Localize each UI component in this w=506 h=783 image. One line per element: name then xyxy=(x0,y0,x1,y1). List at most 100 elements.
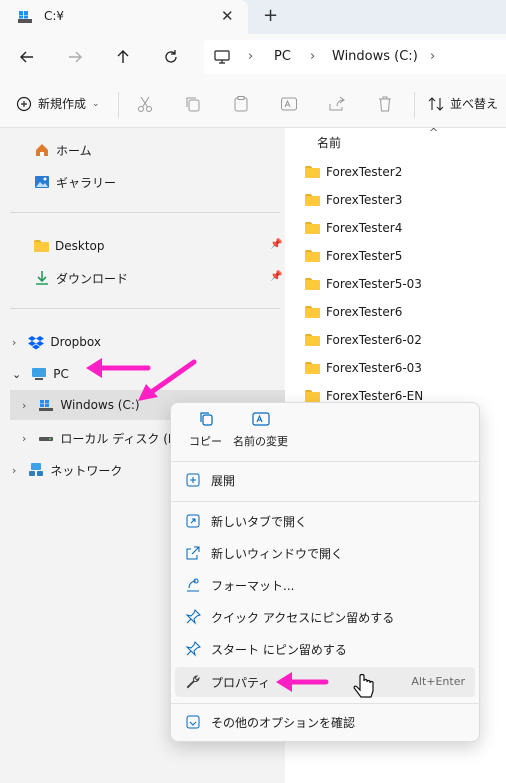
file-name: ForexTester6-02 xyxy=(326,333,422,347)
copy-button[interactable]: コピー xyxy=(189,411,222,449)
file-name: ForexTester5 xyxy=(326,249,403,263)
chevron-right-icon: › xyxy=(430,49,436,64)
title-bar: C:¥ ✕ + xyxy=(0,0,506,34)
context-menu-quick-actions: コピー 名前の変更 xyxy=(171,403,481,459)
sort-ascending-icon: ^ xyxy=(429,126,439,139)
breadcrumb-drive[interactable]: Windows (C:) xyxy=(332,49,418,64)
file-row[interactable]: ForexTester6-02 xyxy=(305,326,422,354)
chevron-right-icon[interactable]: › xyxy=(12,464,16,477)
menu-item-pin-start[interactable]: スタート にピン留めする xyxy=(175,634,475,664)
rename-button[interactable]: 名前の変更 xyxy=(233,411,288,449)
file-row[interactable]: ForexTester3 xyxy=(305,186,402,214)
divider xyxy=(10,308,280,309)
sidebar-item-downloads[interactable]: ダウンロード 📌 xyxy=(0,264,285,292)
menu-item-open-new-window[interactable]: 新しいウィンドウで開く xyxy=(175,538,475,568)
refresh-button[interactable] xyxy=(158,44,184,70)
file-name: ForexTester3 xyxy=(326,193,403,207)
chevron-right-icon[interactable]: › xyxy=(22,399,26,412)
back-button[interactable] xyxy=(14,44,40,70)
arrow-left-icon xyxy=(20,51,33,63)
sidebar-item-home[interactable]: ホーム xyxy=(0,136,285,164)
separator xyxy=(414,92,415,118)
folder-icon xyxy=(305,278,320,290)
file-row[interactable]: ForexTester5-03 xyxy=(305,270,422,298)
pin-icon: 📌 xyxy=(270,239,283,250)
home-icon xyxy=(36,144,48,156)
arrow-right-icon xyxy=(69,51,82,63)
folder-icon xyxy=(305,362,320,374)
menu-item-open-new-tab[interactable]: 新しいタブで開く xyxy=(175,506,475,536)
sidebar-item-pc[interactable]: ⌄ PC xyxy=(0,360,285,388)
menu-item-properties[interactable]: プロパティ Alt+Enter xyxy=(175,667,475,697)
copy-icon[interactable] xyxy=(184,95,202,113)
pc-monitor-icon xyxy=(32,368,47,380)
download-icon xyxy=(36,271,48,285)
plus-circle-icon xyxy=(16,96,32,111)
new-button[interactable]: 新規作成 ⌄ xyxy=(16,95,100,112)
sidebar-item-label: ギャラリー xyxy=(56,175,117,190)
tab-c-drive[interactable]: C:¥ ✕ xyxy=(0,0,248,34)
rename-icon[interactable] xyxy=(280,95,298,113)
chevron-down-icon: ⌄ xyxy=(92,98,100,109)
pin-icon: 📌 xyxy=(270,271,283,282)
sidebar-item-label: ローカル ディスク (D:) xyxy=(60,431,186,446)
chevron-right-icon[interactable]: › xyxy=(12,336,16,349)
menu-item-label: フォーマット... xyxy=(211,579,295,593)
sort-icon xyxy=(428,96,444,111)
divider xyxy=(10,212,280,213)
pin-icon xyxy=(185,609,201,625)
share-icon[interactable] xyxy=(328,95,346,113)
gallery-icon xyxy=(35,176,49,188)
delete-icon[interactable] xyxy=(376,95,394,113)
file-name: ForexTester6-03 xyxy=(326,361,422,375)
address-bar[interactable]: › PC › Windows (C:) › xyxy=(204,40,506,74)
menu-item-pin-quick-access[interactable]: クイック アクセスにピン留めする xyxy=(175,602,475,632)
menu-item-label: その他のオプションを確認 xyxy=(211,716,356,730)
file-row[interactable]: ForexTester6-03 xyxy=(305,354,422,382)
file-row[interactable]: ForexTester5 xyxy=(305,242,402,270)
open-new-tab-icon xyxy=(186,514,200,528)
paste-icon[interactable] xyxy=(232,95,250,113)
file-row[interactable]: ForexTester4 xyxy=(305,214,402,242)
file-row[interactable]: ForexTester6 xyxy=(305,298,402,326)
expand-icon xyxy=(186,473,200,487)
menu-item-format[interactable]: フォーマット... xyxy=(175,570,475,600)
sidebar-item-label: ネットワーク xyxy=(50,463,123,478)
menu-item-expand[interactable]: 展開 xyxy=(175,465,475,495)
menu-item-label: 展開 xyxy=(211,474,236,488)
copy-icon xyxy=(199,412,213,426)
menu-item-label: スタート にピン留めする xyxy=(211,643,347,657)
network-icon xyxy=(29,463,44,476)
sidebar-item-dropbox[interactable]: › Dropbox xyxy=(0,328,285,356)
sidebar-item-label: Windows (C:) xyxy=(60,398,140,412)
file-name: ForexTester6-EN xyxy=(326,389,424,403)
chevron-right-icon[interactable]: › xyxy=(22,432,26,445)
drive-icon xyxy=(18,11,32,23)
folder-icon xyxy=(305,250,320,262)
menu-item-label: 新しいタブで開く xyxy=(211,515,308,529)
menu-item-more-options[interactable]: その他のオプションを確認 xyxy=(175,707,475,737)
forward-button[interactable] xyxy=(62,44,88,70)
cut-icon[interactable] xyxy=(136,95,154,113)
file-row[interactable]: ForexTester2 xyxy=(305,158,402,186)
up-button[interactable] xyxy=(110,44,136,70)
copy-label: コピー xyxy=(189,435,222,448)
close-tab-icon[interactable]: ✕ xyxy=(221,7,234,25)
sidebar-item-label: PC xyxy=(53,367,69,381)
shortcut-label: Alt+Enter xyxy=(411,675,465,688)
folder-icon xyxy=(305,194,320,206)
column-header-name[interactable]: 名前 xyxy=(317,134,341,151)
breadcrumb-pc[interactable]: PC xyxy=(274,49,291,64)
folder-icon xyxy=(305,166,320,178)
new-button-label: 新規作成 xyxy=(38,97,87,111)
menu-item-label: 新しいウィンドウで開く xyxy=(211,547,344,561)
new-tab-icon[interactable]: + xyxy=(263,5,278,26)
sidebar-item-label: ホーム xyxy=(56,143,92,158)
sidebar-item-gallery[interactable]: ギャラリー xyxy=(0,168,285,196)
sidebar-item-desktop[interactable]: Desktop 📌 xyxy=(0,232,285,260)
folder-icon xyxy=(305,222,320,234)
chevron-down-icon[interactable]: ⌄ xyxy=(12,368,21,381)
sort-button[interactable]: 並べ替え xyxy=(428,95,498,112)
separator xyxy=(171,703,481,704)
disk-drive-icon xyxy=(39,437,54,441)
